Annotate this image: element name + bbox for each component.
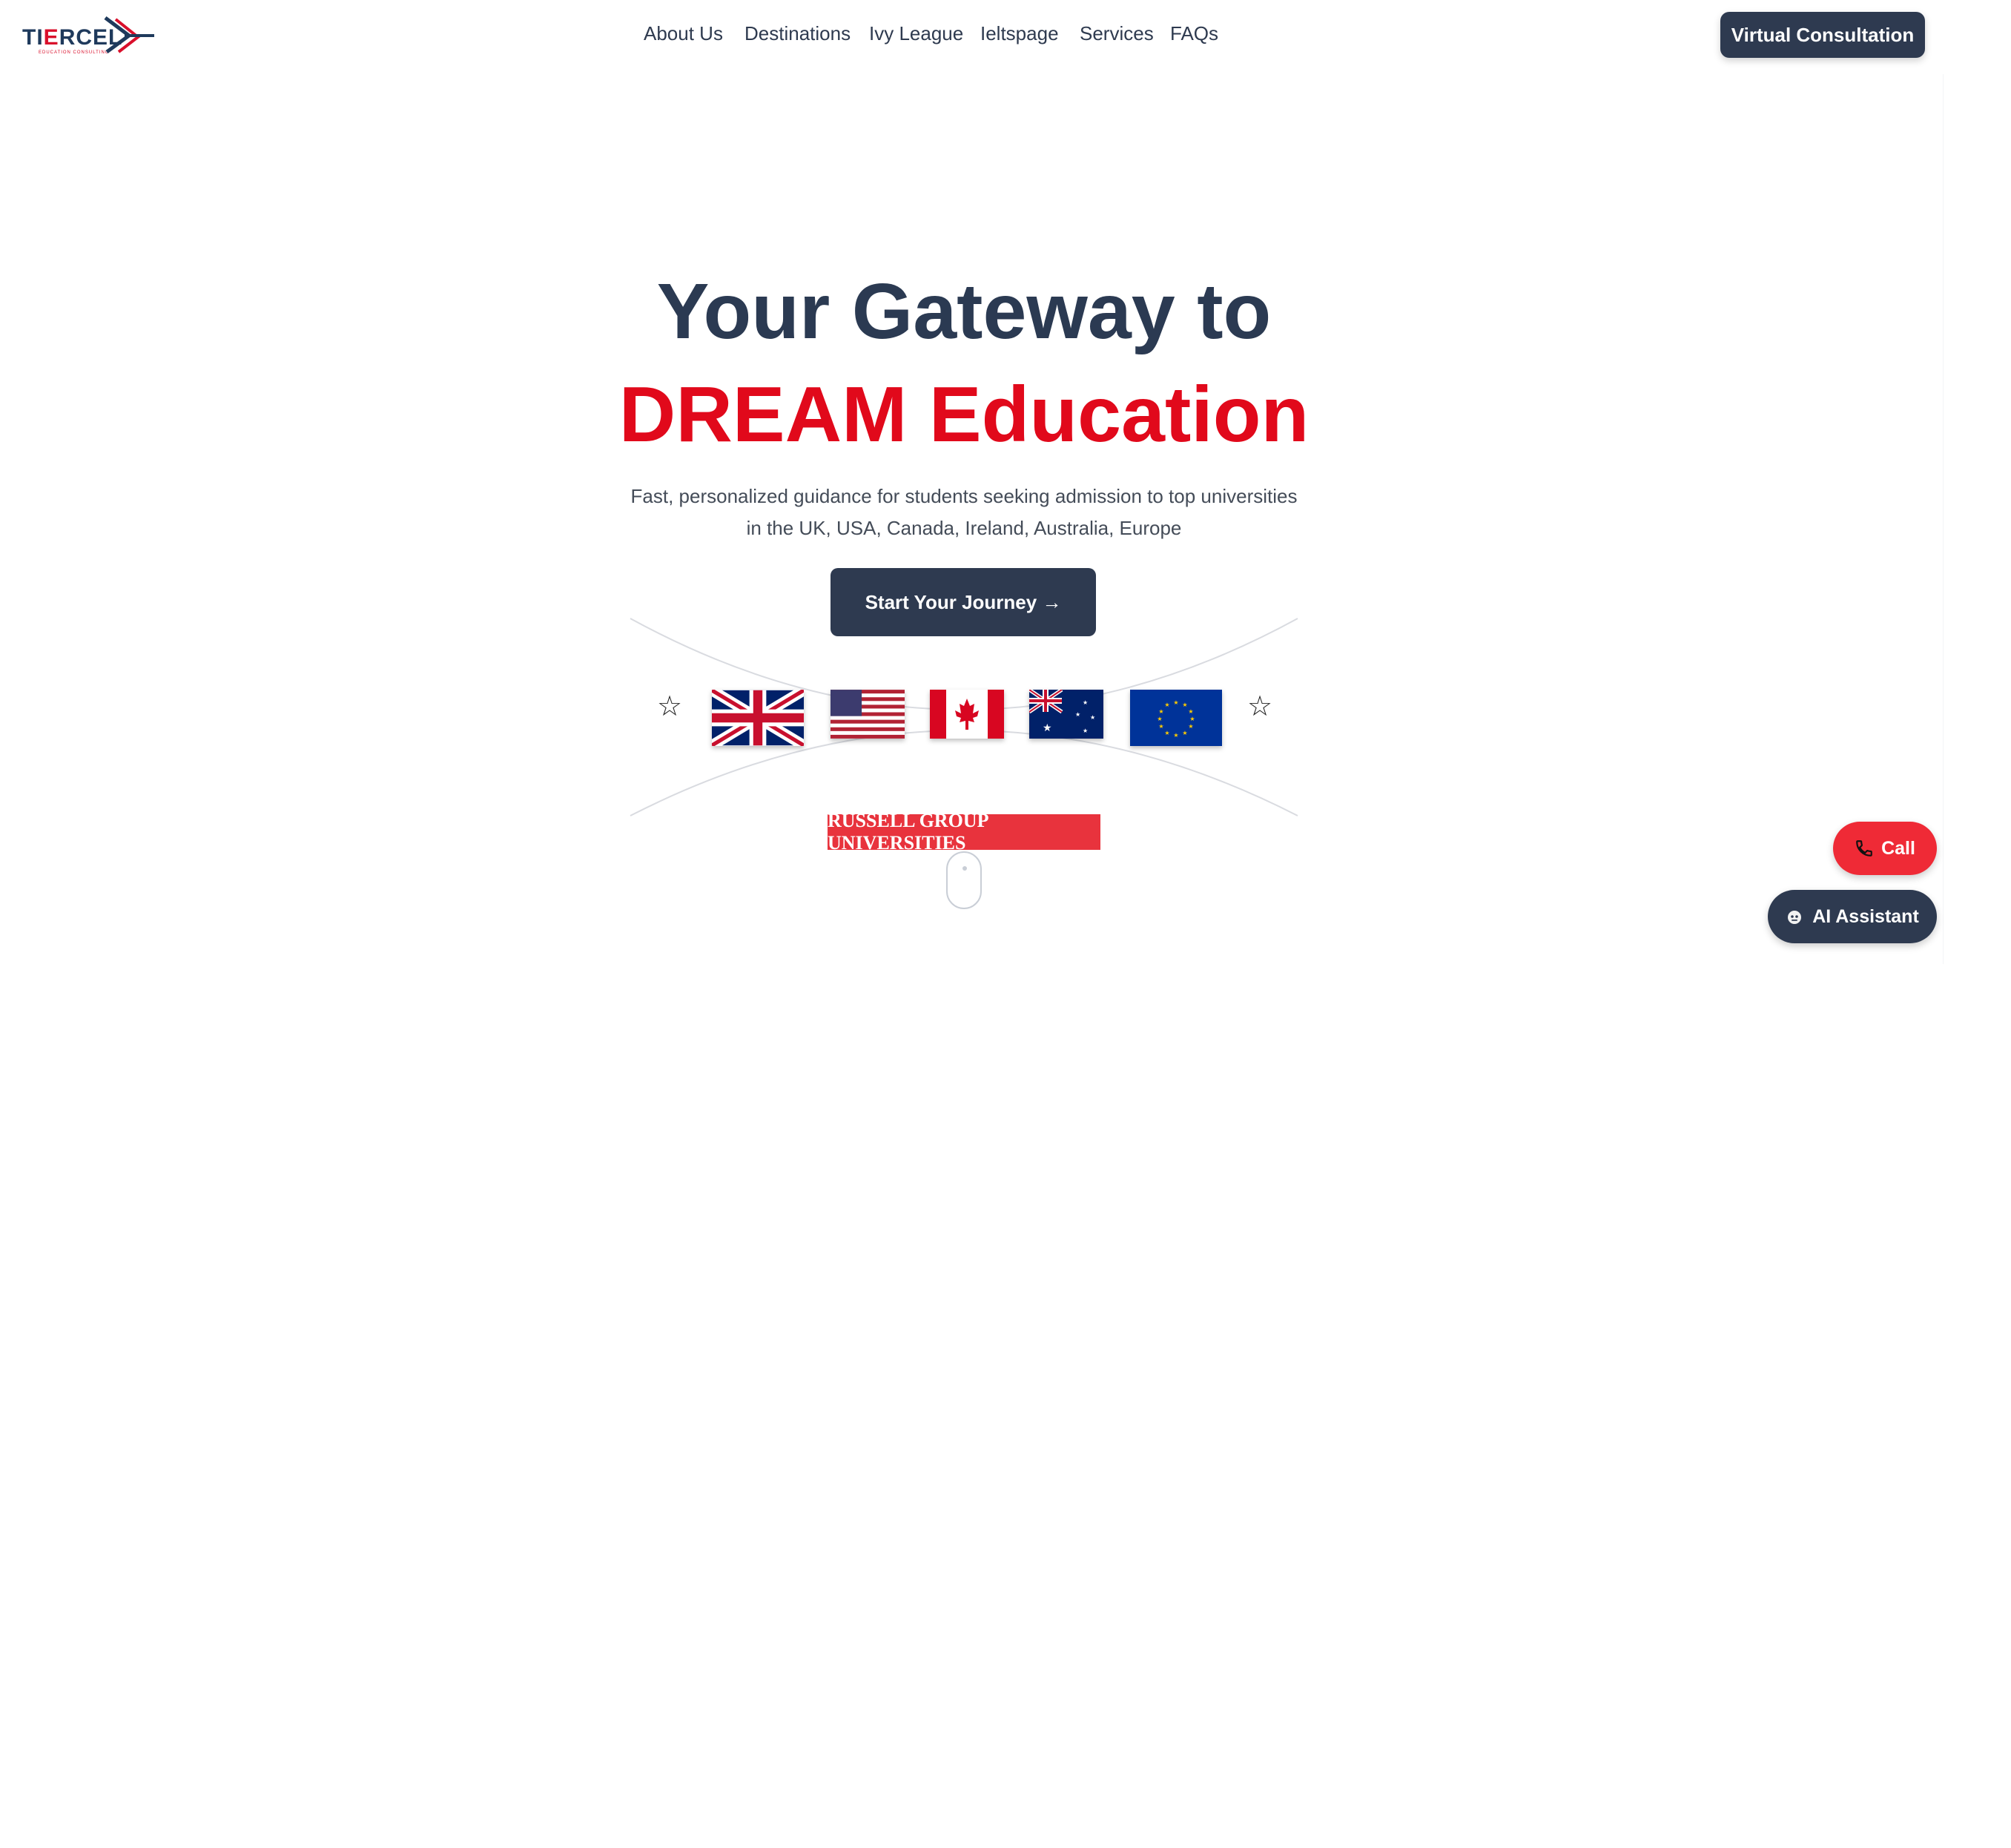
eu-flag: ★ ★ ★ ★ ★ ★ ★ ★ ★ ★ ★ ★ <box>1130 690 1222 746</box>
svg-text:★: ★ <box>1164 730 1169 736</box>
ai-assistant-label: AI Assistant <box>1812 905 1919 927</box>
uk-flag <box>712 690 804 746</box>
hero-subtitle: Fast, personalized guidance for students… <box>630 485 1298 539</box>
svg-text:★: ★ <box>1164 702 1169 708</box>
svg-text:★: ★ <box>1158 723 1163 730</box>
svg-text:★: ★ <box>1083 727 1088 734</box>
scroll-dot <box>962 866 967 871</box>
svg-text:★: ★ <box>1083 699 1088 706</box>
hero-title-line2: DREAM Education <box>618 371 1310 458</box>
canada-flag <box>930 690 1004 739</box>
svg-text:★: ★ <box>1189 716 1195 722</box>
svg-text:★: ★ <box>1188 708 1193 715</box>
svg-text:★: ★ <box>1075 711 1080 718</box>
nav-ivy-league[interactable]: Ivy League <box>869 22 963 45</box>
divider <box>1943 74 1944 964</box>
svg-text:★: ★ <box>1043 722 1052 734</box>
svg-text:★: ★ <box>1182 730 1187 736</box>
robot-icon <box>1788 911 1802 924</box>
nav-faqs[interactable]: FAQs <box>1170 22 1218 45</box>
nav-destinations[interactable]: Destinations <box>744 22 851 45</box>
svg-text:★: ★ <box>1090 714 1095 721</box>
svg-text:★: ★ <box>1182 702 1187 708</box>
usa-flag <box>831 690 905 739</box>
nav-about-us[interactable]: About Us <box>644 22 723 45</box>
scroll-mouse-icon <box>946 851 982 909</box>
virtual-consultation-button[interactable]: Virtual Consultation <box>1720 12 1925 58</box>
page: TIERCEL EDUCATION CONSULTING About Us De… <box>0 0 2011 1848</box>
nav-services[interactable]: Services <box>1080 22 1154 45</box>
svg-text:★: ★ <box>1157 716 1162 722</box>
nav-ieltspage[interactable]: Ieltspage <box>980 22 1059 45</box>
star-icon: ☆ <box>1247 691 1273 722</box>
svg-text:★: ★ <box>1173 732 1178 739</box>
russell-group-banner: RUSSELL GROUP UNIVERSITIES <box>828 810 1100 854</box>
svg-text:★: ★ <box>1173 699 1178 706</box>
phone-icon <box>1856 840 1872 857</box>
call-button[interactable]: Call <box>1833 822 1937 875</box>
svg-text:★: ★ <box>1158 708 1163 715</box>
star-icon: ☆ <box>657 691 683 722</box>
svg-text:★: ★ <box>1188 723 1193 730</box>
ai-assistant-button[interactable]: AI Assistant <box>1768 890 1937 943</box>
main-nav: About Us Destinations Ivy League Ieltspa… <box>0 22 2011 52</box>
hero-title-line1: Your Gateway to <box>656 268 1272 355</box>
australia-flag: ★ ★ ★ ★ ★ <box>1029 690 1103 739</box>
call-label: Call <box>1881 837 1915 859</box>
